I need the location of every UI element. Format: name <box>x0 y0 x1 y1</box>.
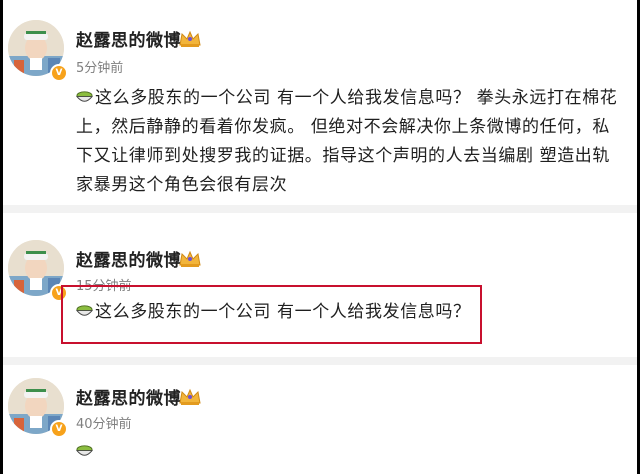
green-bowl-emoji-icon <box>76 91 93 102</box>
post-text: 这么多股东的一个公司 有一个人给我发信息吗？ 拳头永远打在棉花上，然后静静的看着… <box>76 88 618 195</box>
post-divider <box>3 205 637 213</box>
author-name[interactable]: 赵露思的微博 <box>76 26 181 51</box>
post-content <box>76 438 621 467</box>
post-divider <box>3 357 637 365</box>
post-time: 5分钟前 <box>76 61 124 76</box>
highlight-box <box>61 285 482 344</box>
author-name[interactable]: 赵露思的微博 <box>76 384 181 409</box>
crown-icon <box>179 388 201 405</box>
author-name[interactable]: 赵露思的微博 <box>76 246 181 271</box>
verified-badge-icon: V <box>50 420 68 438</box>
green-bowl-emoji-icon <box>76 445 93 456</box>
post-time: 40分钟前 <box>76 417 132 432</box>
crown-icon <box>179 250 201 267</box>
crown-icon <box>179 30 201 47</box>
verified-badge-icon: V <box>50 64 68 82</box>
post-content: 这么多股东的一个公司 有一个人给我发信息吗？ 拳头永远打在棉花上，然后静静的看着… <box>76 84 621 200</box>
